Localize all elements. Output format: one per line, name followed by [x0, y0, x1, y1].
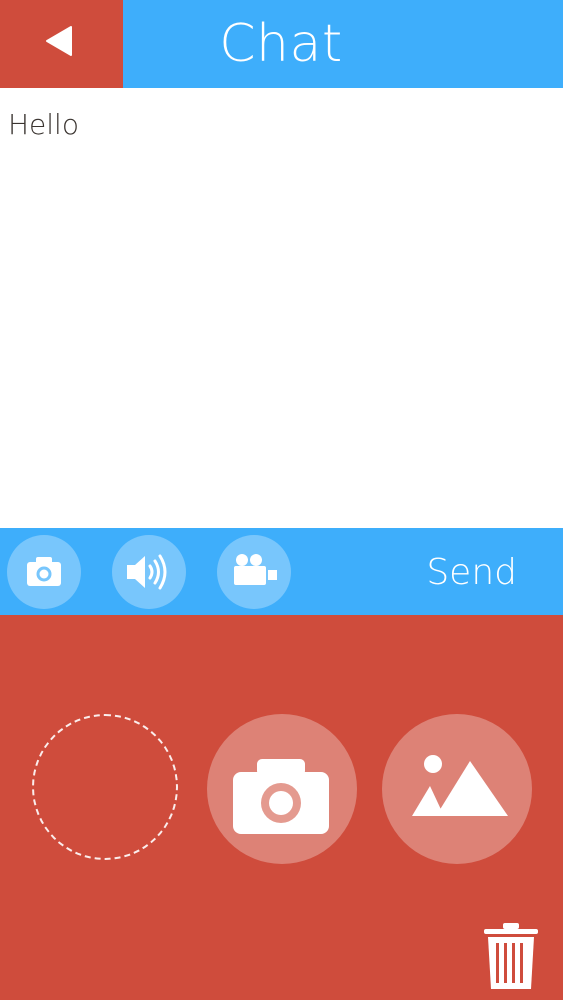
camera-icon — [27, 557, 61, 586]
gallery-button[interactable] — [382, 714, 532, 864]
message-list: Hello — [0, 88, 563, 528]
video-camera-icon — [234, 554, 277, 585]
back-button[interactable] — [0, 0, 123, 88]
trash-icon — [484, 923, 538, 989]
camera-icon — [233, 759, 329, 834]
message-item: Hello — [8, 108, 79, 141]
dashed-circle-placeholder — [32, 714, 178, 860]
video-button[interactable] — [217, 535, 291, 609]
image-gallery-icon — [412, 755, 508, 816]
speaker-icon — [127, 554, 167, 590]
audio-button[interactable] — [112, 535, 186, 609]
page-title: Chat — [219, 14, 343, 74]
take-photo-button[interactable] — [207, 714, 357, 864]
back-triangle-icon — [46, 26, 72, 56]
delete-button[interactable] — [484, 923, 538, 989]
attachment-toolbar: Send — [0, 528, 563, 615]
media-panel — [0, 615, 563, 1000]
header-bar: Chat — [0, 0, 563, 88]
send-button[interactable]: Send — [426, 528, 517, 615]
camera-button[interactable] — [7, 535, 81, 609]
